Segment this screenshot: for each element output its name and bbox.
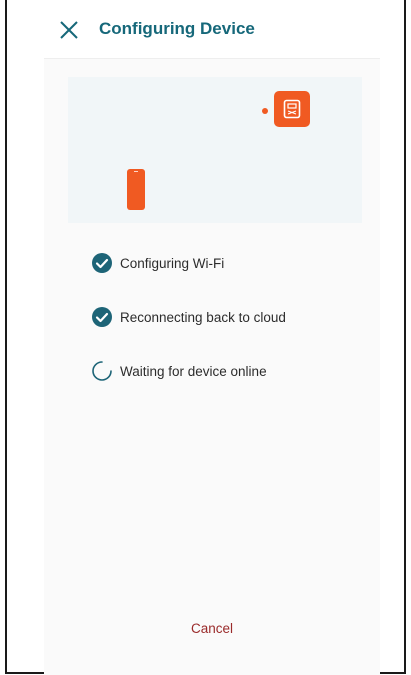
phone-icon — [127, 169, 145, 210]
app-window: Configuring Device Configuring Wi-Fi Rec… — [5, 0, 406, 675]
step-label: Waiting for device online — [120, 363, 267, 379]
step-waiting-device: Waiting for device online — [91, 360, 267, 382]
check-circle-icon — [92, 307, 112, 327]
step-configuring-wifi: Configuring Wi-Fi — [91, 252, 224, 274]
step-label: Reconnecting back to cloud — [120, 309, 286, 325]
page-title: Configuring Device — [99, 19, 255, 38]
step-reconnecting-cloud: Reconnecting back to cloud — [91, 306, 286, 328]
smart-device-icon — [274, 91, 310, 127]
check-circle-icon — [92, 253, 112, 273]
cancel-button[interactable]: Cancel — [44, 621, 380, 636]
top-bar: Configuring Device — [7, 0, 404, 58]
step-label: Configuring Wi-Fi — [120, 255, 225, 271]
close-button[interactable] — [57, 18, 81, 42]
close-icon — [60, 21, 78, 39]
spinner-icon — [92, 361, 112, 381]
signal-dot — [262, 108, 268, 114]
content-panel: Configuring Wi-Fi Reconnecting back to c… — [44, 58, 380, 675]
pairing-illustration — [68, 77, 362, 223]
